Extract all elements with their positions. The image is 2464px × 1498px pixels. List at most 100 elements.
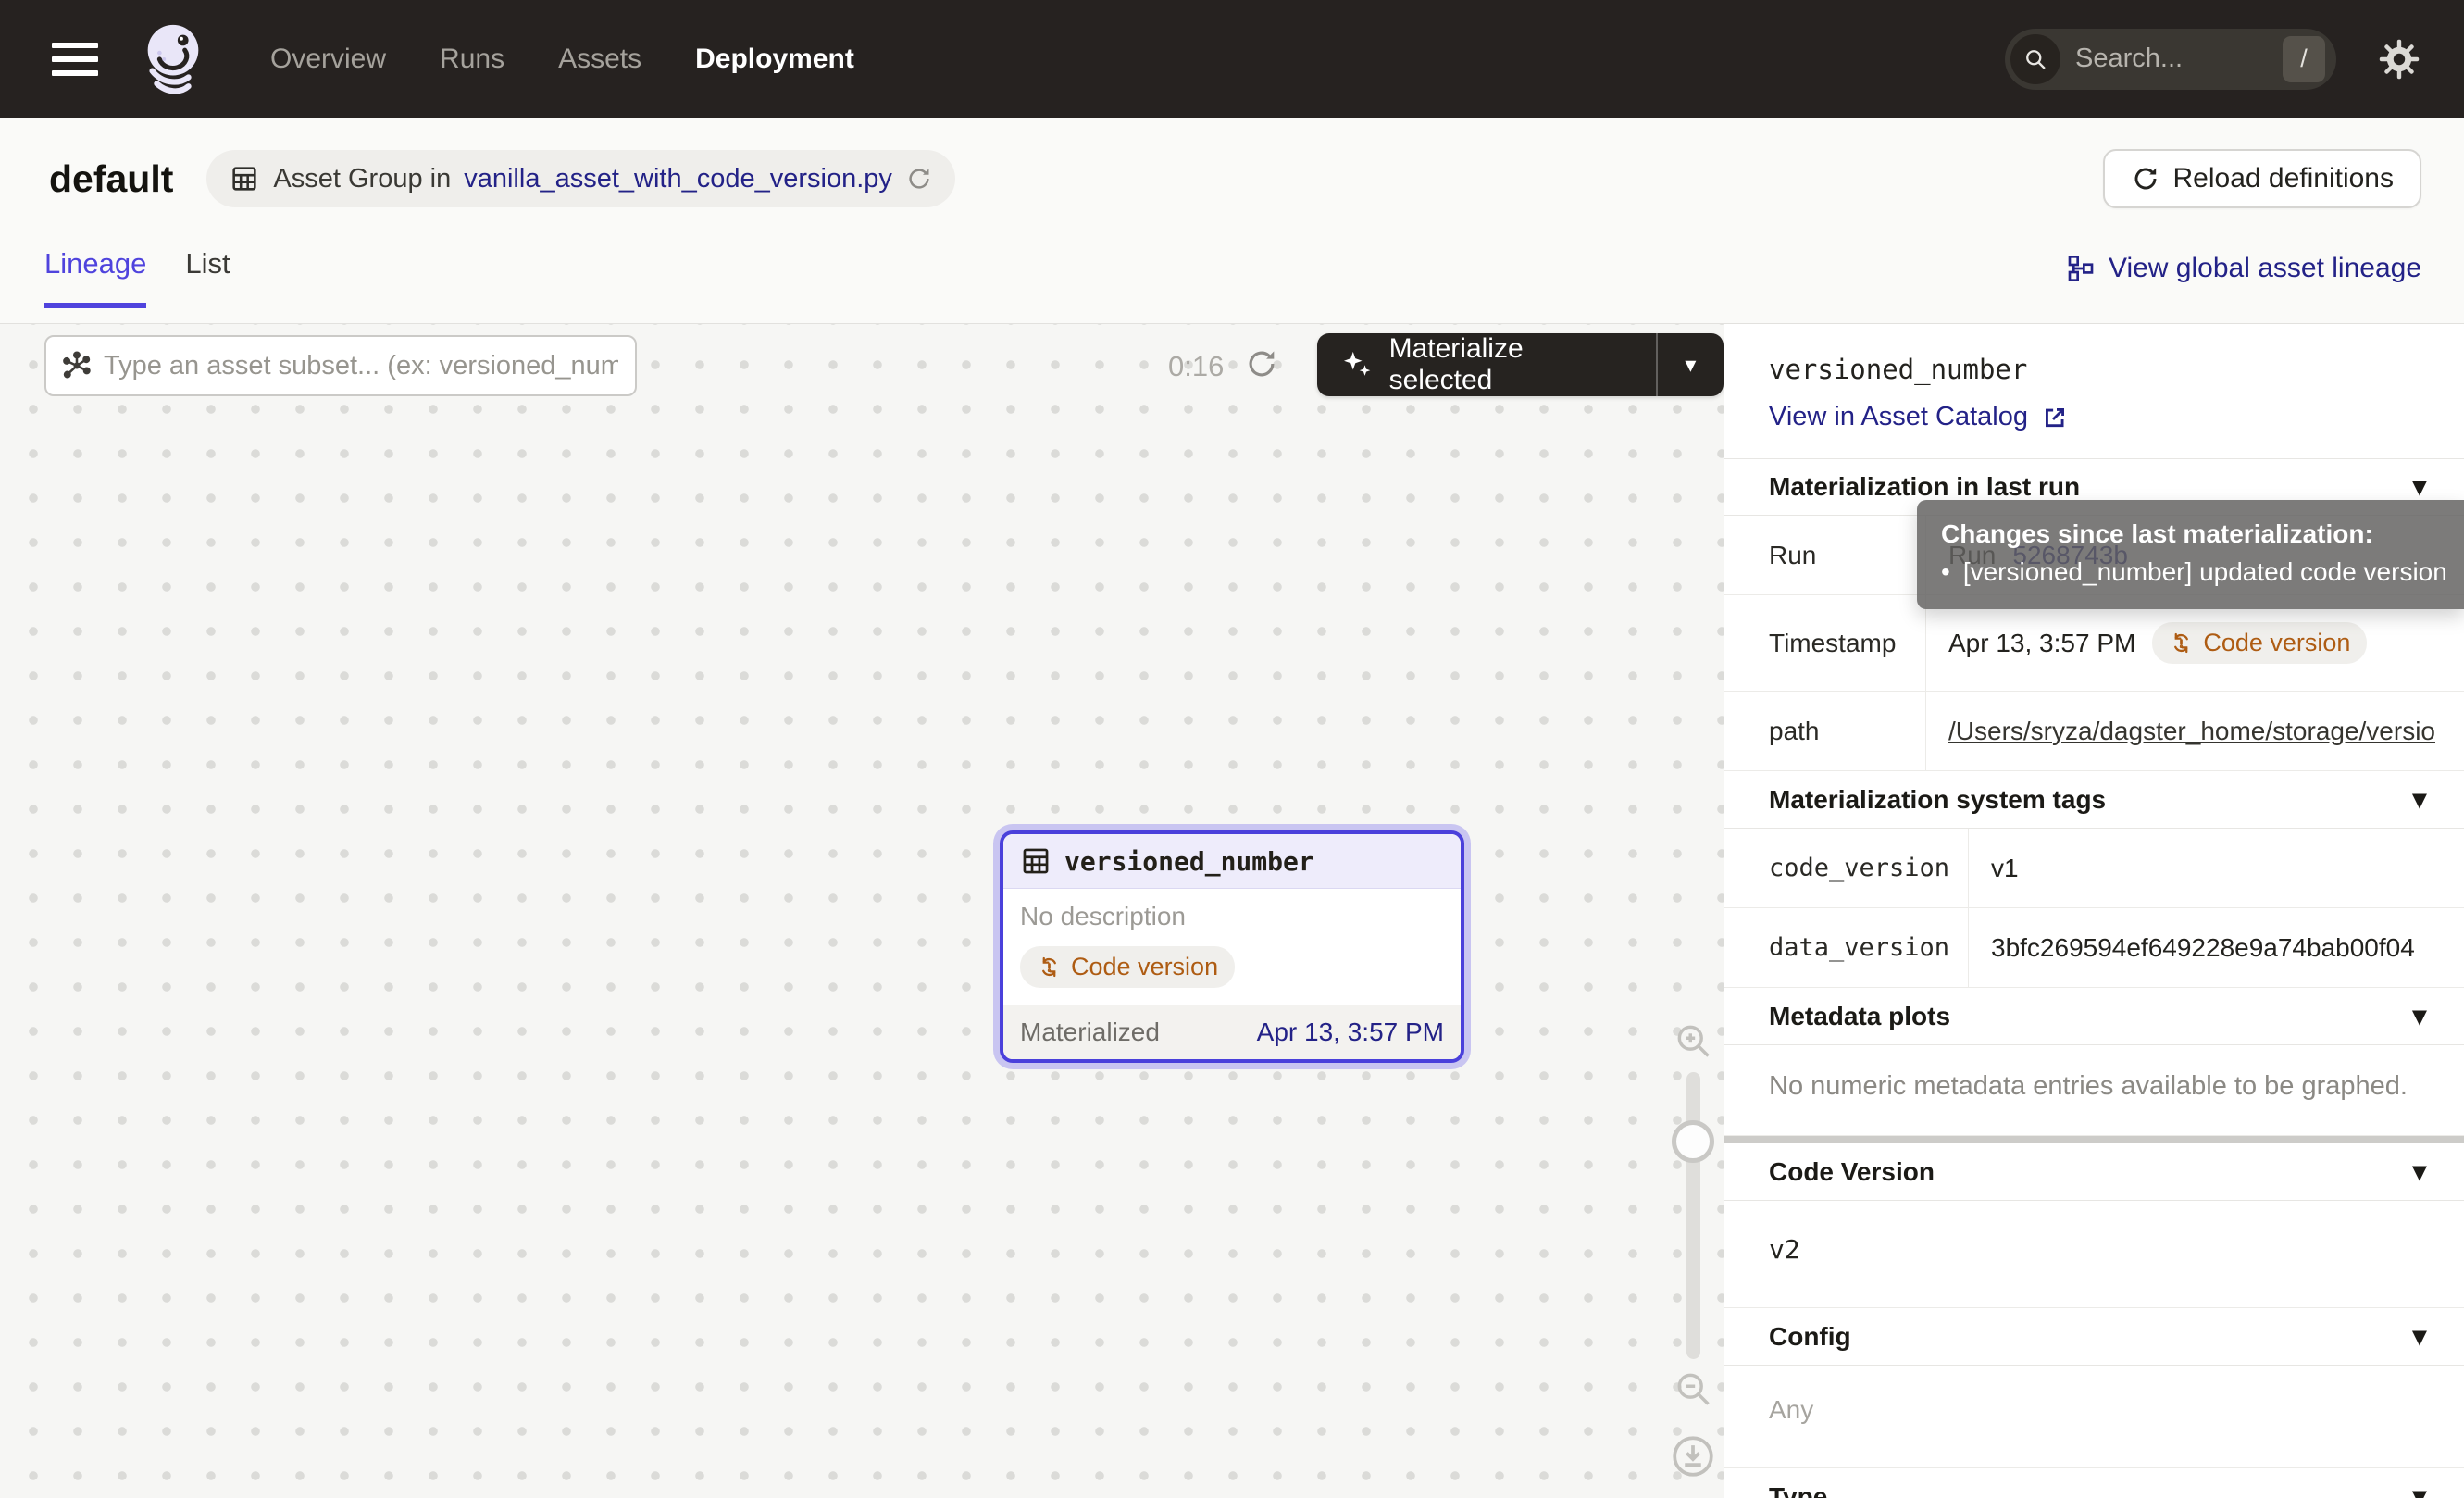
sync-alert-icon bbox=[2169, 630, 2194, 655]
section-label: Materialization in last run bbox=[1769, 472, 2080, 502]
materialize-options-dropdown[interactable]: ▾ bbox=[1658, 333, 1724, 396]
nav-item-runs[interactable]: Runs bbox=[440, 44, 504, 75]
primary-nav: Overview Runs Assets Deployment bbox=[270, 44, 854, 75]
timestamp-row-label: Timestamp bbox=[1724, 595, 1926, 691]
tooltip-title: Changes since last materialization: bbox=[1941, 516, 2455, 554]
collapse-caret-icon[interactable]: ▼ bbox=[2412, 1486, 2427, 1498]
view-global-asset-lineage-label: View global asset lineage bbox=[2109, 253, 2421, 284]
materialize-selected-button-group: Materialize selected ▾ bbox=[1317, 333, 1724, 396]
materialized-timestamp-link[interactable]: Apr 13, 3:57 PM bbox=[1257, 1017, 1444, 1047]
asset-node-description: No description bbox=[1020, 902, 1444, 931]
run-row-label: Run bbox=[1724, 516, 1926, 594]
panel-splitter-handle[interactable] bbox=[1724, 1136, 2464, 1143]
config-value: Any bbox=[1724, 1366, 2464, 1468]
nav-item-deployment[interactable]: Deployment bbox=[695, 44, 854, 75]
zoom-slider[interactable] bbox=[1686, 1072, 1700, 1359]
lineage-graph-canvas[interactable]: 0:16 Materialize selected ▾ versioned_nu… bbox=[0, 324, 1724, 1498]
top-nav: Overview Runs Assets Deployment / bbox=[0, 0, 2464, 118]
reload-definitions-button[interactable]: Reload definitions bbox=[2103, 149, 2422, 208]
section-config: Config ▼ bbox=[1724, 1308, 2464, 1366]
materialize-selected-button[interactable]: Materialize selected bbox=[1317, 333, 1656, 396]
metadata-plots-empty-message: No numeric metadata entries available to… bbox=[1724, 1045, 2464, 1136]
code-version-tag-value: v1 bbox=[1991, 854, 2019, 883]
path-value-link[interactable]: /Users/sryza/dagster_home/storage/versio bbox=[1948, 717, 2435, 746]
asset-group-pill: Asset Group in vanilla_asset_with_code_v… bbox=[206, 150, 955, 207]
asset-node-footer: Materialized Apr 13, 3:57 PM bbox=[1003, 1005, 1461, 1059]
sparkles-icon bbox=[1341, 348, 1375, 381]
search-icon bbox=[2010, 34, 2060, 84]
lineage-graph-icon bbox=[2066, 254, 2096, 283]
asset-details-sidebar: versioned_number View in Asset Catalog M… bbox=[1724, 324, 2464, 1498]
zoom-in-icon[interactable] bbox=[1673, 1020, 1713, 1061]
materialized-status-label: Materialized bbox=[1020, 1017, 1160, 1047]
section-type: Type ▼ bbox=[1724, 1468, 2464, 1498]
nav-item-overview[interactable]: Overview bbox=[270, 44, 386, 75]
tooltip-item: [versioned_number] updated code version bbox=[1963, 554, 2447, 592]
asset-node-body: No description Code version bbox=[1003, 889, 1461, 1005]
section-label: Type bbox=[1769, 1482, 1827, 1498]
code-version-tag-key: code_version bbox=[1724, 829, 1969, 907]
section-code-version: Code Version ▼ bbox=[1724, 1143, 2464, 1201]
code-version-changed-badge[interactable]: Code version bbox=[1020, 946, 1235, 988]
collapse-caret-icon[interactable]: ▼ bbox=[2412, 1005, 2427, 1028]
hamburger-menu-icon[interactable] bbox=[52, 43, 98, 76]
code-file-link[interactable]: vanilla_asset_with_code_version.py bbox=[464, 164, 892, 194]
settings-gear-icon[interactable] bbox=[2377, 37, 2421, 81]
nav-right-cluster: / bbox=[2005, 29, 2421, 90]
code-version-value: v2 bbox=[1724, 1201, 2464, 1308]
page-header: default Asset Group in vanilla_asset_wit… bbox=[0, 118, 2464, 324]
graph-refresh-icon[interactable] bbox=[1244, 346, 1279, 381]
collapse-caret-icon[interactable]: ▼ bbox=[2412, 476, 2427, 498]
path-row-label: path bbox=[1724, 692, 1926, 770]
timestamp-code-version-badge[interactable]: Code version bbox=[2152, 622, 2367, 664]
view-tabs: Lineage List bbox=[44, 247, 230, 308]
code-version-tag-row: code_version v1 bbox=[1724, 829, 2464, 908]
external-link-icon bbox=[2041, 404, 2069, 431]
refresh-countdown: 0:16 bbox=[1168, 350, 1224, 383]
page-title: default bbox=[49, 157, 173, 201]
search-input[interactable] bbox=[2060, 44, 2283, 74]
section-label: Code Version bbox=[1769, 1157, 1935, 1187]
asset-node-header: versioned_number bbox=[1003, 834, 1461, 889]
materialize-selected-label: Materialize selected bbox=[1389, 333, 1632, 396]
zoom-out-icon[interactable] bbox=[1673, 1368, 1713, 1409]
op-selector-icon bbox=[61, 350, 93, 381]
table-icon bbox=[1020, 845, 1052, 877]
section-label: Metadata plots bbox=[1769, 1002, 1950, 1031]
view-in-asset-catalog-link[interactable]: View in Asset Catalog bbox=[1724, 394, 2464, 458]
timestamp-row: Timestamp Apr 13, 3:57 PM Code version bbox=[1724, 595, 2464, 692]
asset-subset-input[interactable] bbox=[102, 350, 620, 382]
asset-subset-filter[interactable] bbox=[44, 335, 637, 396]
section-label: Config bbox=[1769, 1322, 1851, 1352]
data-version-tag-row: data_version 3bfc269594ef649228e9a74bab0… bbox=[1724, 908, 2464, 988]
zoom-slider-knob[interactable] bbox=[1672, 1120, 1714, 1163]
collapse-caret-icon[interactable]: ▼ bbox=[2412, 1161, 2427, 1183]
tab-list[interactable]: List bbox=[185, 247, 230, 308]
data-version-tag-value: 3bfc269594ef649228e9a74bab00f04 bbox=[1991, 933, 2415, 963]
asset-node-name: versioned_number bbox=[1064, 846, 1314, 877]
tab-lineage[interactable]: Lineage bbox=[44, 247, 146, 308]
asset-node-versioned-number[interactable]: versioned_number No description Code ver… bbox=[1000, 830, 1464, 1063]
asset-group-grid-icon bbox=[229, 163, 260, 194]
section-metadata-plots: Metadata plots ▼ bbox=[1724, 988, 2464, 1045]
asset-group-pill-text: Asset Group in bbox=[273, 164, 451, 194]
changes-since-materialization-tooltip: Changes since last materialization: • [v… bbox=[1917, 500, 2464, 609]
collapse-caret-icon[interactable]: ▼ bbox=[2412, 789, 2427, 811]
section-materialization-system-tags: Materialization system tags ▼ bbox=[1724, 771, 2464, 829]
sidebar-asset-name: versioned_number bbox=[1724, 324, 2464, 394]
global-search[interactable]: / bbox=[2005, 29, 2336, 90]
timestamp-badge-label: Code version bbox=[2203, 629, 2350, 657]
dagster-logo-icon[interactable] bbox=[135, 19, 211, 99]
data-version-tag-key: data_version bbox=[1724, 908, 1969, 987]
collapse-caret-icon[interactable]: ▼ bbox=[2412, 1326, 2427, 1348]
tooltip-bullet: • bbox=[1941, 554, 1950, 592]
download-image-icon[interactable] bbox=[1670, 1433, 1716, 1479]
reload-location-icon[interactable] bbox=[905, 165, 933, 193]
sync-alert-icon bbox=[1037, 955, 1062, 980]
refresh-icon bbox=[2131, 164, 2160, 193]
section-label: Materialization system tags bbox=[1769, 785, 2106, 815]
zoom-controls bbox=[1661, 1020, 1724, 1479]
nav-item-assets[interactable]: Assets bbox=[558, 44, 641, 75]
timestamp-value: Apr 13, 3:57 PM bbox=[1948, 629, 2135, 658]
view-global-asset-lineage-link[interactable]: View global asset lineage bbox=[2066, 253, 2421, 308]
